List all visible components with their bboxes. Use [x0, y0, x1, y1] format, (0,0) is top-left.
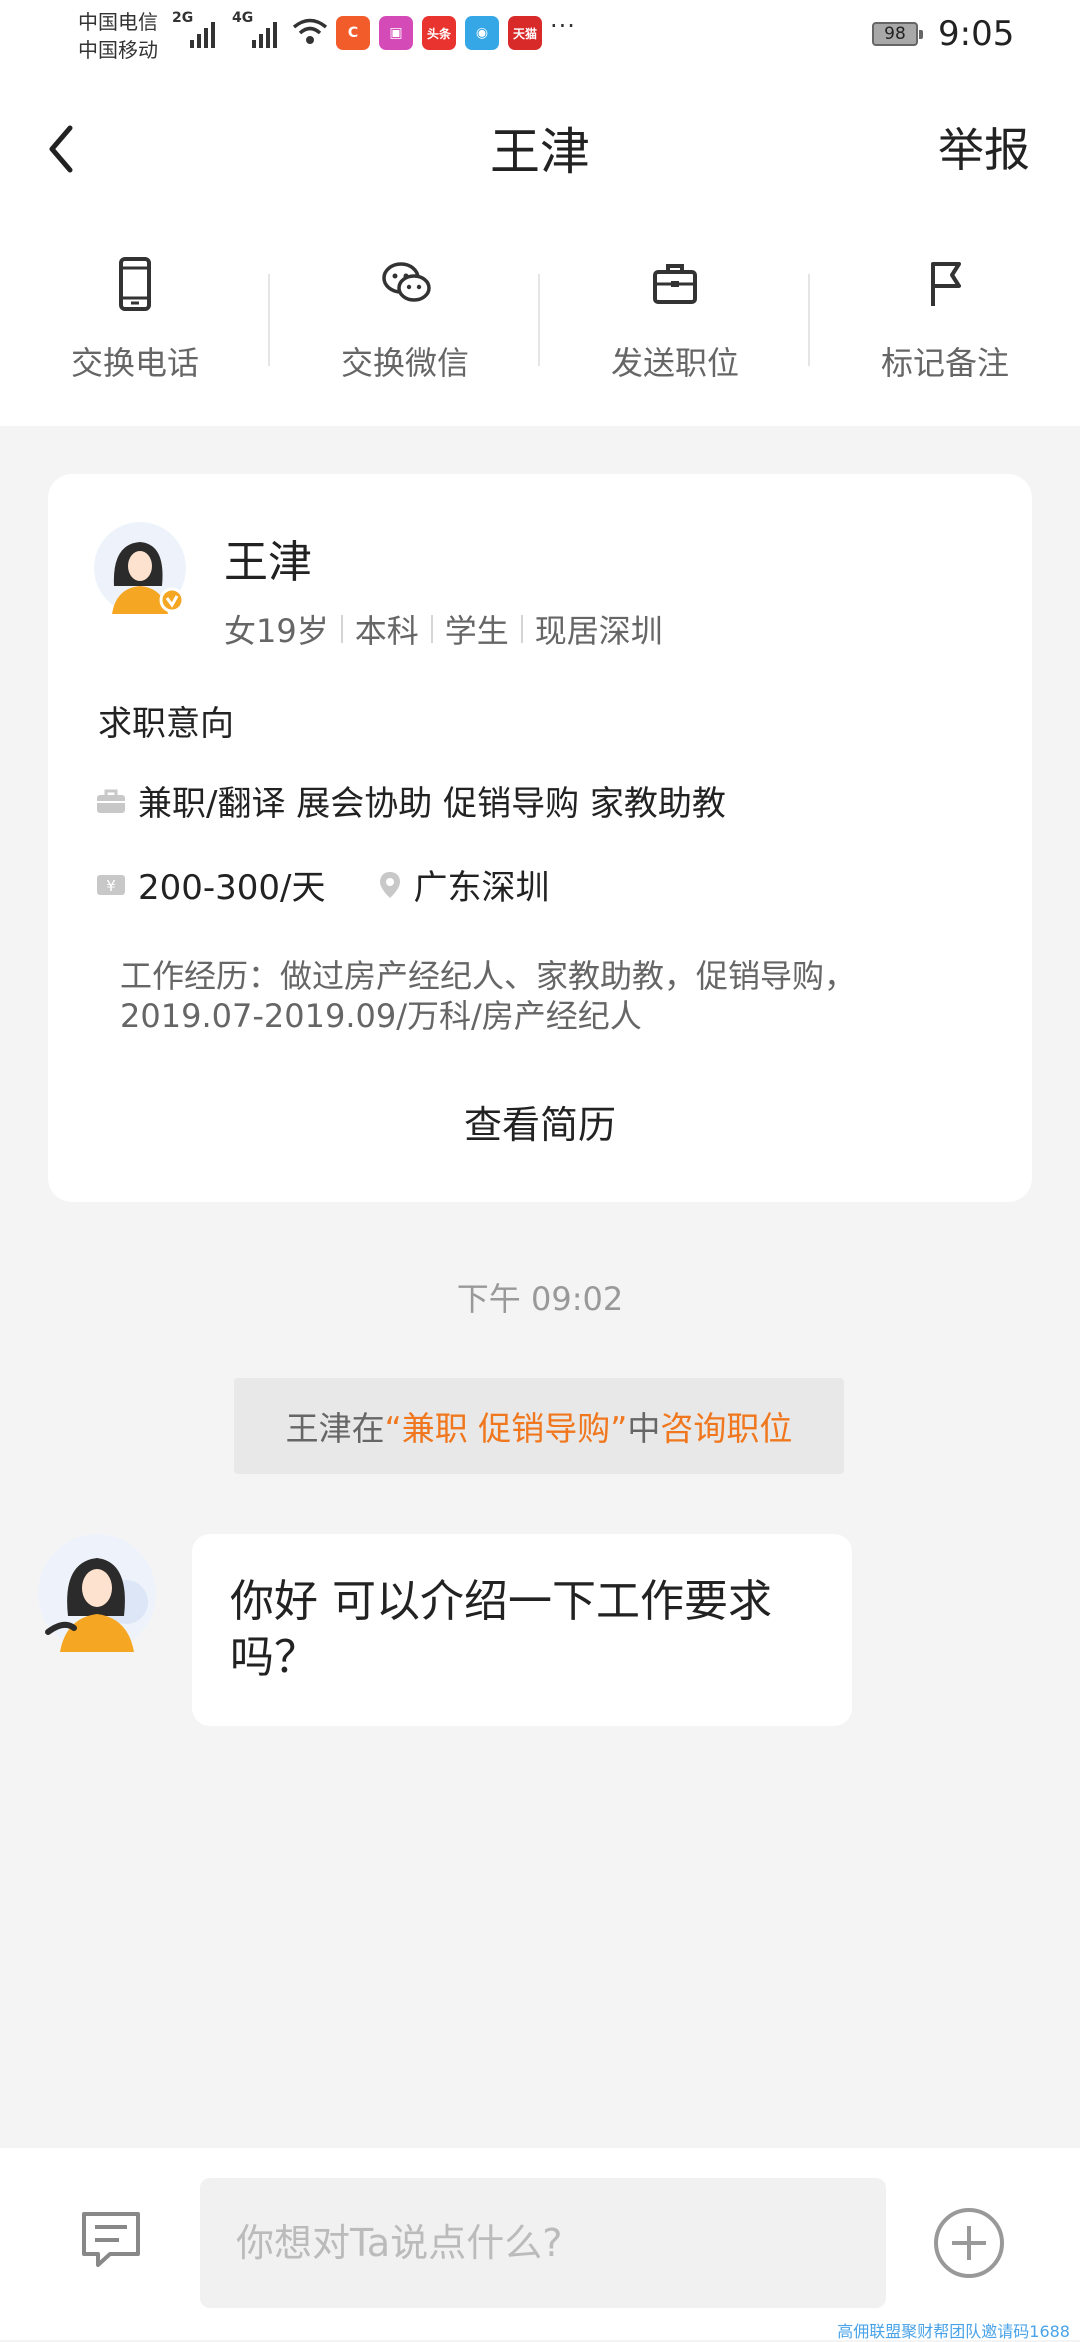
send-position-label: 发送职位: [610, 344, 739, 382]
work-experience-line-1: 工作经历：做过房产经纪人、家教助教，促销导购，: [120, 957, 857, 995]
view-resume-button[interactable]: 查看简历: [48, 1094, 1032, 1149]
briefcase-icon: [653, 264, 697, 304]
wifi-icon: [292, 18, 328, 44]
candidate-meta: 女19岁 本科 学生 现居深圳: [224, 606, 663, 652]
salary-location-row: ¥ 200-300/天 广东深圳: [96, 860, 550, 909]
divider: [268, 274, 270, 366]
mark-note-label: 标记备注: [880, 344, 1009, 382]
candidate-profile-card[interactable]: 王津 女19岁 本科 学生 现居深圳 求职意向 兼职/翻译 展会协助 促销导购 …: [48, 474, 1032, 1202]
signal-icon-2: [252, 16, 277, 48]
message-text-line-1: 你好 可以介绍一下工作要求: [230, 1576, 772, 1627]
divider: [808, 274, 810, 366]
notice-job-link[interactable]: “兼职 促销导购”: [385, 1402, 628, 1450]
divider: [340, 615, 343, 643]
app-c-icon: C: [336, 16, 370, 50]
exchange-wechat-button[interactable]: 交换微信: [270, 226, 540, 426]
meta-residence: 现居深圳: [534, 612, 663, 650]
system-notice: 王津在 “兼职 促销导购” 中 咨询职位: [234, 1378, 844, 1474]
mark-note-button[interactable]: 标记备注: [810, 226, 1080, 426]
carrier-labels: 中国电信 中国移动: [78, 8, 158, 64]
salary-value: 200-300/天: [138, 868, 326, 908]
notice-action: 咨询职位: [660, 1409, 793, 1448]
status-bar: 中国电信 中国移动 2G 4G C ▣ 头条 ◉ 天猫 ··· 98 9:05: [0, 0, 1080, 76]
svg-text:¥: ¥: [106, 877, 116, 895]
phone-icon: [119, 257, 151, 311]
message-input[interactable]: [200, 2178, 886, 2308]
page-title: 王津: [490, 123, 590, 181]
work-experience: 工作经历：做过房产经纪人、家教助教，促销导购， 2019.07-2019.09/…: [120, 956, 990, 1036]
exchange-phone-label: 交换电话: [70, 344, 199, 382]
candidate-name: 王津: [224, 537, 312, 588]
message-text-line-2: 吗？: [230, 1632, 318, 1683]
location-pin-icon: [379, 871, 400, 898]
more-notifications-icon: ···: [550, 12, 576, 40]
meta-status: 学生: [444, 612, 509, 650]
notice-prefix: 王津在: [285, 1409, 385, 1448]
chat-input-bar: [0, 2148, 1080, 2340]
meta-education: 本科: [354, 612, 419, 650]
divider: [430, 615, 433, 643]
signal-icon-1: [190, 16, 215, 48]
divider: [520, 615, 523, 643]
nav-header: 王津 举报: [0, 76, 1080, 226]
carrier-telecom: 中国电信: [78, 10, 158, 34]
app-blue-icon: ◉: [465, 16, 499, 50]
flag-icon: [931, 262, 961, 306]
app-toutiao-icon: 头条: [422, 16, 456, 50]
battery-icon: 98: [872, 22, 923, 46]
quick-reply-icon[interactable]: [80, 2210, 142, 2270]
job-intent-heading: 求职意向: [98, 704, 234, 744]
add-attachment-button[interactable]: [932, 2206, 1006, 2280]
quick-actions-bar: 交换电话 交换微信 发送职位 标记备注: [0, 226, 1080, 426]
notice-mid: 中: [627, 1409, 661, 1448]
location-group: 广东深圳: [378, 860, 550, 909]
chat-timestamp: 下午 09:02: [456, 1280, 624, 1318]
notification-app-icons: C ▣ 头条 ◉ 天猫: [336, 16, 542, 50]
meta-gender-age: 女19岁: [224, 612, 329, 650]
wechat-icon: [382, 262, 431, 302]
network-type-4g: 4G: [232, 10, 254, 26]
send-position-button[interactable]: 发送职位: [540, 226, 810, 426]
divider: [538, 274, 540, 366]
exchange-wechat-label: 交换微信: [340, 344, 469, 382]
sender-avatar[interactable]: [38, 1534, 156, 1652]
money-icon: ¥: [97, 874, 125, 895]
candidate-avatar[interactable]: [94, 522, 186, 614]
carrier-mobile: 中国移动: [78, 38, 158, 62]
work-experience-line-2: 2019.07-2019.09/万科/房产经纪人: [120, 997, 642, 1035]
watermark-text: 高佣联盟聚财帮团队邀请码1688: [837, 2322, 1070, 2341]
job-intent-list: 兼职/翻译 展会协助 促销导购 家教助教: [138, 784, 726, 824]
exchange-phone-button[interactable]: 交换电话: [0, 226, 270, 426]
app-tmall-icon: 天猫: [508, 16, 542, 50]
location-value: 广东深圳: [413, 868, 550, 908]
job-intent-row: 兼职/翻译 展会协助 促销导购 家教助教: [96, 776, 726, 825]
status-time: 9:05: [938, 14, 1015, 54]
report-button[interactable]: 举报: [938, 114, 1030, 180]
app-pink-icon: ▣: [379, 16, 413, 50]
briefcase-small-icon: [97, 789, 125, 813]
incoming-message-bubble[interactable]: 你好 可以介绍一下工作要求 吗？: [192, 1534, 852, 1726]
